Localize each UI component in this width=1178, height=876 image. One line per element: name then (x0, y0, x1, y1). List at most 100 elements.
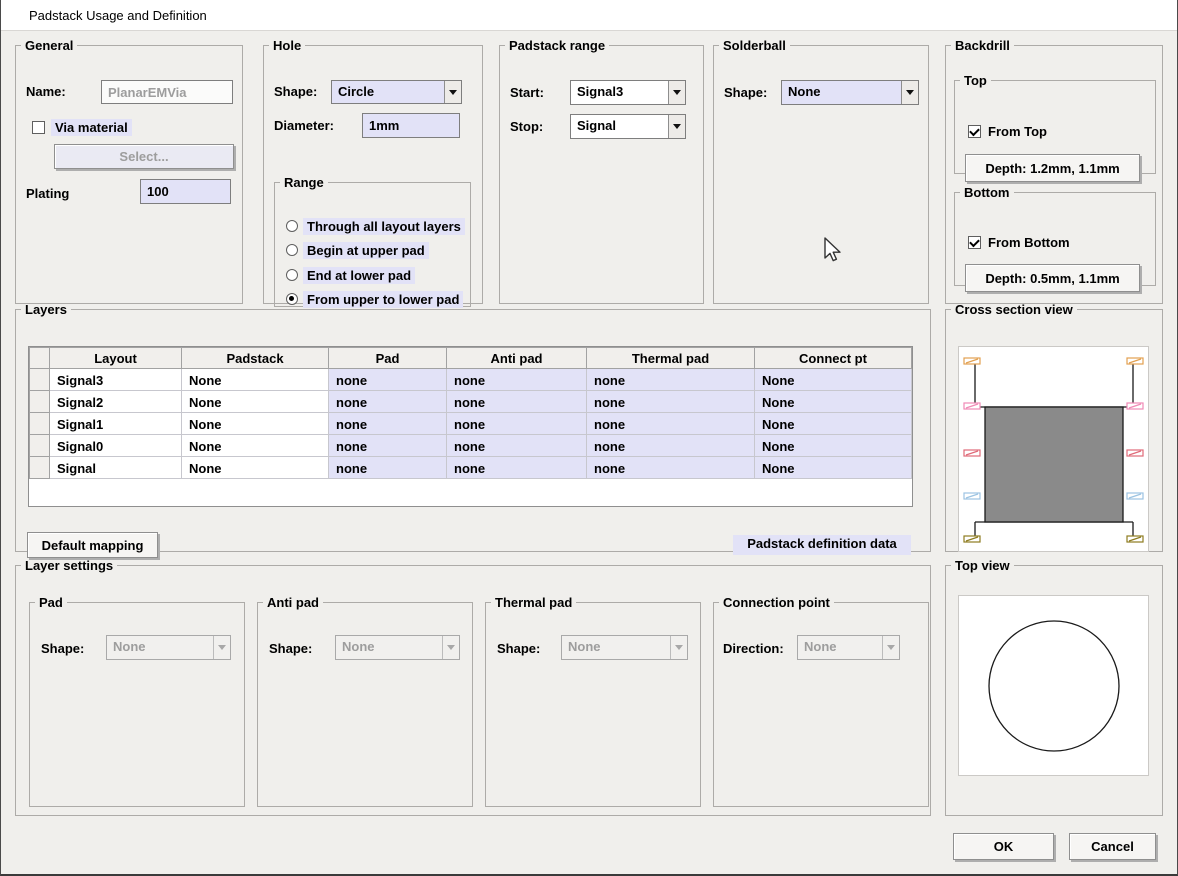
general-group-title: General (25, 38, 74, 53)
solderball-group: Solderball Shape: None (713, 38, 929, 304)
row-selector[interactable] (29, 412, 50, 435)
backdrill-top-group: Top From Top Depth: 1.2mm, 1.1mm (954, 73, 1156, 182)
cell-thermal-pad[interactable]: none (586, 390, 755, 413)
cell-padstack[interactable]: None (181, 368, 329, 391)
cell-anti-pad[interactable]: none (446, 456, 587, 479)
pad-circle (988, 620, 1120, 752)
default-mapping-button[interactable]: Default mapping (27, 532, 158, 558)
name-label: Name: (26, 84, 66, 99)
col-pad[interactable]: Pad (328, 347, 447, 369)
depth-bottom-button[interactable]: Depth: 0.5mm, 1.1mm (965, 264, 1140, 292)
row-selector[interactable] (29, 390, 50, 413)
table-row[interactable]: Signal0 None none none none None (29, 434, 912, 457)
dropdown-arrow-icon[interactable] (668, 81, 685, 104)
cell-anti-pad[interactable]: none (446, 434, 587, 457)
cell-connect-pt[interactable]: None (754, 456, 912, 479)
table-row[interactable]: Signal3 None none none none None (29, 368, 912, 391)
cell-pad[interactable]: none (328, 434, 447, 457)
select-button[interactable]: Select... (54, 144, 234, 169)
start-dropdown[interactable]: Signal3 (570, 80, 686, 105)
cell-padstack[interactable]: None (181, 434, 329, 457)
radio-begin-at-upper-pad[interactable] (286, 244, 298, 256)
cell-pad[interactable]: none (328, 456, 447, 479)
col-padstack[interactable]: Padstack (181, 347, 329, 369)
radio-end-at-lower-pad[interactable] (286, 269, 298, 281)
thermal-pad-shape-dropdown[interactable]: None (561, 635, 688, 660)
pad-group: Pad Shape: None (29, 595, 245, 807)
hole-diameter-field[interactable]: 1mm (362, 113, 460, 138)
cell-thermal-pad[interactable]: none (586, 412, 755, 435)
col-connect-pt[interactable]: Connect pt (754, 347, 912, 369)
anti-pad-shape-dropdown[interactable]: None (335, 635, 460, 660)
row-selector[interactable] (29, 434, 50, 457)
cell-anti-pad[interactable]: none (446, 390, 587, 413)
cell-layout[interactable]: Signal (49, 456, 182, 479)
solderball-shape-label: Shape: (724, 85, 768, 100)
cell-pad[interactable]: none (328, 412, 447, 435)
cell-thermal-pad[interactable]: none (586, 456, 755, 479)
cell-layout[interactable]: Signal3 (49, 368, 182, 391)
plating-label: Plating (26, 186, 70, 201)
from-top-checkbox[interactable] (968, 125, 981, 138)
cell-connect-pt[interactable]: None (754, 412, 912, 435)
cell-layout[interactable]: Signal2 (49, 390, 182, 413)
start-value: Signal3 (577, 84, 624, 99)
from-top-label: From Top (988, 124, 1047, 139)
name-field[interactable]: PlanarEMVia (101, 80, 233, 104)
start-label: Start: (510, 85, 544, 100)
solderball-group-title: Solderball (723, 38, 786, 53)
cell-layout[interactable]: Signal1 (49, 412, 182, 435)
top-view-group: Top view (945, 558, 1163, 816)
via-material-checkbox[interactable] (32, 121, 45, 134)
thermal-pad-shape-label: Shape: (497, 641, 541, 656)
table-row[interactable]: Signal2 None none none none None (29, 390, 912, 413)
cell-connect-pt[interactable]: None (754, 390, 912, 413)
thermal-pad-group: Thermal pad Shape: None (485, 595, 701, 807)
cell-thermal-pad[interactable]: none (586, 368, 755, 391)
cell-pad[interactable]: none (328, 368, 447, 391)
table-row[interactable]: Signal1 None none none none None (29, 412, 912, 435)
col-anti-pad[interactable]: Anti pad (446, 347, 587, 369)
dropdown-arrow-icon[interactable] (444, 81, 461, 103)
top-view-group-title: Top view (955, 558, 1010, 573)
padstack-range-group-title: Padstack range (509, 38, 606, 53)
dropdown-arrow-icon[interactable] (901, 81, 918, 104)
padstack-definition-data-label[interactable]: Padstack definition data (733, 535, 911, 555)
cross-section-group-title: Cross section view (955, 302, 1073, 317)
padstack-range-group: Padstack range Start: Signal3 Stop: Sign… (499, 38, 704, 304)
ok-button[interactable]: OK (953, 833, 1054, 860)
cell-connect-pt[interactable]: None (754, 434, 912, 457)
backdrill-bottom-title: Bottom (964, 185, 1010, 200)
cell-thermal-pad[interactable]: none (586, 434, 755, 457)
anti-pad-shape-label: Shape: (269, 641, 313, 656)
cancel-button[interactable]: Cancel (1069, 833, 1156, 860)
cell-connect-pt[interactable]: None (754, 368, 912, 391)
title-bar: Padstack Usage and Definition (1, 0, 1177, 31)
cell-anti-pad[interactable]: none (446, 368, 587, 391)
solderball-shape-dropdown[interactable]: None (781, 80, 919, 105)
connection-point-direction-dropdown[interactable]: None (797, 635, 900, 660)
cell-padstack[interactable]: None (181, 456, 329, 479)
row-selector[interactable] (29, 368, 50, 391)
cell-pad[interactable]: none (328, 390, 447, 413)
cell-layout[interactable]: Signal0 (49, 434, 182, 457)
plating-field[interactable]: 100 (140, 179, 231, 204)
dropdown-arrow-icon[interactable] (668, 115, 685, 138)
depth-top-button[interactable]: Depth: 1.2mm, 1.1mm (965, 154, 1140, 182)
table-row[interactable]: Signal None none none none None (29, 456, 912, 479)
from-bottom-checkbox[interactable] (968, 236, 981, 249)
stop-dropdown[interactable]: Signal (570, 114, 686, 139)
pad-shape-dropdown[interactable]: None (106, 635, 231, 660)
cross-section-drawing (963, 357, 1144, 543)
hole-shape-dropdown[interactable]: Circle (331, 80, 462, 104)
backdrill-bottom-group: Bottom From Bottom Depth: 0.5mm, 1.1mm (954, 185, 1156, 292)
cell-anti-pad[interactable]: none (446, 412, 587, 435)
cell-padstack[interactable]: None (181, 412, 329, 435)
cell-padstack[interactable]: None (181, 390, 329, 413)
radio-through-all-layout-layers[interactable] (286, 220, 298, 232)
backdrill-top-title: Top (964, 73, 987, 88)
row-selector[interactable] (29, 456, 50, 479)
col-thermal-pad[interactable]: Thermal pad (586, 347, 755, 369)
via-barrel (984, 406, 1124, 523)
col-layout[interactable]: Layout (49, 347, 182, 369)
